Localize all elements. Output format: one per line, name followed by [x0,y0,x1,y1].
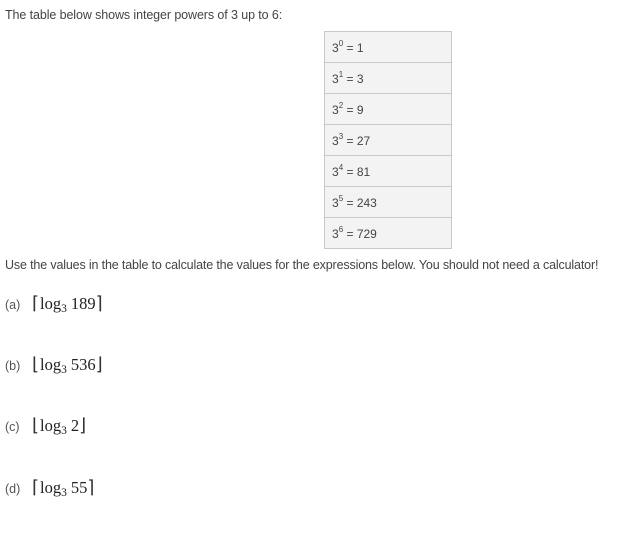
floor-close-bracket: ⌋ [79,415,87,435]
power-base: 3 [332,40,339,55]
log-argument: 536 [70,355,96,374]
question-label: (c) [5,420,20,434]
power-cell: 35 = 243 [324,186,452,218]
question-label: (a) [5,298,21,312]
ceiling-open-bracket: ⌈ [32,477,40,497]
equals-sign: = [343,195,357,210]
intro-text: The table below shows integer powers of … [5,8,283,22]
question-label: (b) [5,359,21,373]
ceiling-close-bracket: ⌉ [87,477,95,497]
power-value: 81 [356,164,371,179]
power-cell: 34 = 81 [324,155,452,187]
equals-sign: = [343,164,357,179]
power-base: 3 [332,71,339,86]
power-exponent: 0 [338,38,344,48]
equals-sign: = [343,71,357,86]
power-cell: 30 = 1 [324,31,452,63]
table-row: 31 = 3 [324,62,452,94]
log-base: 3 [61,487,67,499]
power-cell: 36 = 729 [324,217,452,249]
question-label: (d) [5,482,21,496]
floor-open-bracket: ⌊ [32,354,40,374]
table-row: 32 = 9 [324,93,452,125]
power-exponent: 6 [338,224,344,234]
log-expression: ⌊ log 3 2 ⌋ [32,415,87,437]
power-value: 27 [356,133,371,148]
table-row: 33 = 27 [324,124,452,156]
power-exponent: 4 [338,162,344,172]
power-base: 3 [332,102,339,117]
question-item: (c) ⌊ log 3 2 ⌋ [5,415,87,437]
power-value: 729 [356,226,377,241]
log-function: log [40,294,62,313]
log-argument: 189 [70,294,96,313]
ceiling-close-bracket: ⌉ [95,293,103,313]
question-item: (a) ⌈ log 3 189 ⌉ [5,293,103,315]
power-base: 3 [332,164,339,179]
power-value: 243 [356,195,377,210]
power-exponent: 3 [338,131,344,141]
log-function: log [40,355,62,374]
power-exponent: 5 [338,193,344,203]
table-row: 35 = 243 [324,186,452,218]
instruction-text: Use the values in the table to calculate… [5,258,599,272]
power-base: 3 [332,226,339,241]
equals-sign: = [343,133,357,148]
table-row: 34 = 81 [324,155,452,187]
log-function: log [40,478,62,497]
floor-close-bracket: ⌋ [95,354,103,374]
log-expression: ⌈ log 3 189 ⌉ [32,293,103,315]
power-exponent: 2 [338,100,344,110]
log-base: 3 [61,425,67,437]
powers-of-three-table: 30 = 1 31 = 3 32 = 9 33 = 27 34 = 81 35 = 243… [324,31,452,249]
floor-open-bracket: ⌊ [32,415,40,435]
log-argument: 55 [70,478,88,497]
table-row: 36 = 729 [324,217,452,249]
equals-sign: = [343,102,357,117]
log-base: 3 [61,364,67,376]
power-cell: 32 = 9 [324,93,452,125]
table-row: 30 = 1 [324,31,452,63]
equals-sign: = [343,40,357,55]
power-exponent: 1 [338,69,344,79]
log-argument: 2 [70,416,80,435]
power-value: 1 [356,40,364,55]
power-value: 3 [356,71,364,86]
power-value: 9 [356,102,364,117]
ceiling-open-bracket: ⌈ [32,293,40,313]
power-cell: 33 = 27 [324,124,452,156]
power-base: 3 [332,133,339,148]
log-expression: ⌈ log 3 55 ⌉ [32,477,95,499]
log-expression: ⌊ log 3 536 ⌋ [32,354,103,376]
power-base: 3 [332,195,339,210]
log-base: 3 [61,303,67,315]
question-item: (b) ⌊ log 3 536 ⌋ [5,354,103,376]
log-function: log [40,416,62,435]
equals-sign: = [343,226,357,241]
power-cell: 31 = 3 [324,62,452,94]
question-item: (d) ⌈ log 3 55 ⌉ [5,477,95,499]
